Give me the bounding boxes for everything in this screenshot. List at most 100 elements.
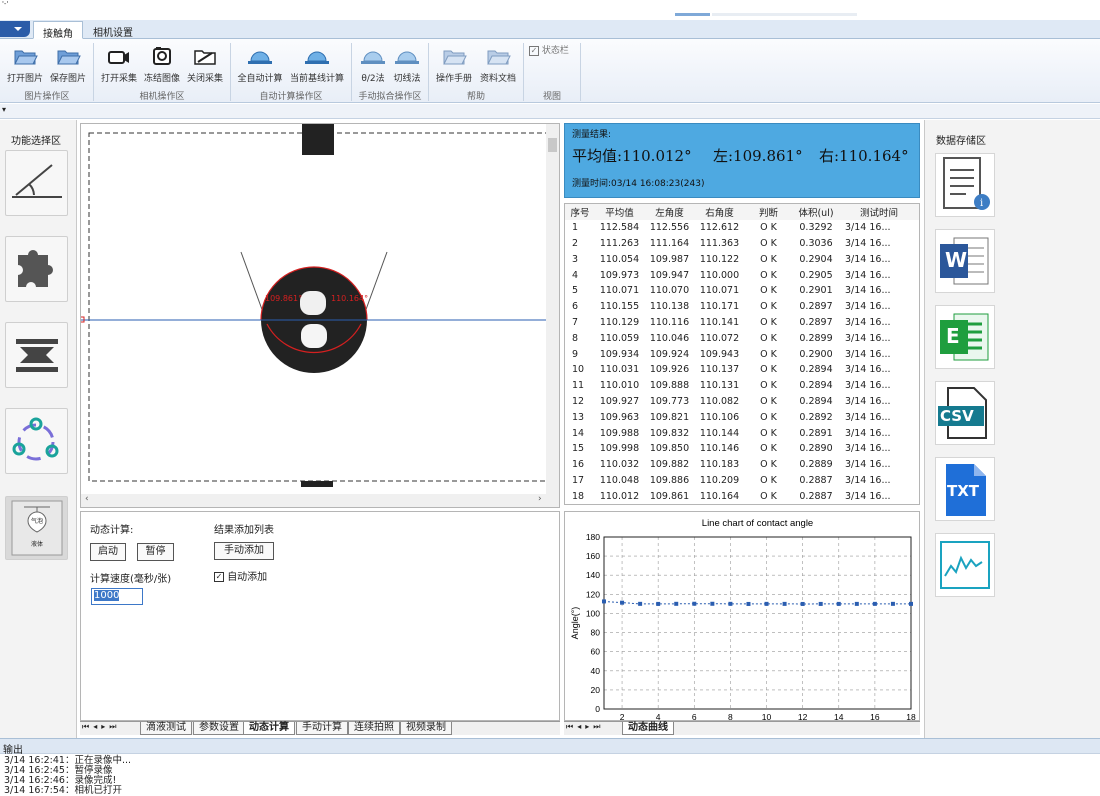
column-header[interactable]: 序号 bbox=[565, 204, 595, 220]
table-row[interactable]: 16 110.032 109.882 110.183 O K 0.2889 3/14 16.… bbox=[565, 457, 919, 473]
tab-params[interactable]: 参数设置 bbox=[193, 722, 245, 735]
log-line: 3/14 16:2:41：正在录像中... bbox=[4, 755, 132, 766]
report-export-button[interactable]: i bbox=[935, 153, 995, 217]
auto-add-checkbox[interactable]: ✓ 自动添加 bbox=[214, 568, 267, 583]
table-row[interactable]: 9 109.934 109.924 109.943 O K 0.2900 3/14 16..… bbox=[565, 346, 919, 362]
scroll-left-icon[interactable]: ‹ bbox=[85, 494, 89, 504]
tab-nav-arrows-icon[interactable]: ⏮◂▸⏭ bbox=[566, 722, 604, 732]
stop-capture-label: 关闭采集 bbox=[186, 74, 223, 84]
data-point bbox=[674, 601, 679, 606]
puzzle-button[interactable] bbox=[5, 236, 68, 302]
camera-image-view[interactable]: 109.861° 110.164° ‹ › bbox=[79, 123, 560, 508]
start-capture-label: 打开采集 bbox=[100, 74, 137, 84]
tab-nav-arrows-icon[interactable]: ⏮◂▸⏭ bbox=[82, 722, 120, 732]
table-cell: 110.137 bbox=[699, 364, 740, 376]
column-header[interactable]: 左角度 bbox=[644, 204, 695, 220]
tab-video-record[interactable]: 视频录制 bbox=[400, 722, 452, 735]
column-header[interactable]: 右角度 bbox=[695, 204, 744, 220]
scroll-right-icon[interactable]: › bbox=[538, 494, 542, 504]
auto-add-label: 自动添加 bbox=[227, 572, 268, 583]
baseline-calc-label: 当前基线计算 bbox=[289, 74, 344, 84]
word-export-button[interactable]: W bbox=[935, 229, 995, 293]
result-list-title: 结果添加列表 bbox=[214, 525, 274, 536]
data-storage-title: 数据存储区 bbox=[936, 136, 986, 147]
tab-continuous-photo[interactable]: 连续拍照 bbox=[348, 722, 400, 735]
start-button[interactable]: 启动 bbox=[90, 543, 126, 561]
excel-export-button[interactable]: E bbox=[935, 305, 995, 369]
open-image-button[interactable]: 打开图片 bbox=[4, 43, 46, 87]
table-row[interactable]: 5 110.071 110.070 110.071 O K 0.2901 3/14 16..… bbox=[565, 283, 919, 299]
table-cell: O K bbox=[760, 474, 777, 486]
table-row[interactable]: 3 110.054 109.987 110.122 O K 0.2904 3/14 16..… bbox=[565, 251, 919, 267]
table-row[interactable]: 1 112.584 112.556 112.612 O K 0.3292 3/14 16..… bbox=[565, 220, 919, 236]
table-row[interactable]: 15 109.998 109.850 110.146 O K 0.2890 3/14 16.… bbox=[565, 441, 919, 457]
table-row[interactable]: 17 110.048 109.886 110.209 O K 0.2887 3/14 16.… bbox=[565, 473, 919, 489]
table-cell: 11 bbox=[572, 380, 585, 392]
customize-arrow-icon[interactable]: ▾ bbox=[2, 105, 6, 114]
freeze-image-button[interactable]: 冻结图像 bbox=[141, 43, 183, 87]
speed-input[interactable]: 1000 bbox=[91, 588, 143, 605]
manual-button[interactable]: 操作手册 bbox=[432, 43, 476, 87]
interface-tension-button[interactable] bbox=[5, 322, 68, 388]
baseline-calc-button[interactable]: 当前基线计算 bbox=[286, 43, 348, 87]
table-row[interactable]: 18 110.012 109.861 110.164 O K 0.2887 3/14 16.… bbox=[565, 488, 919, 504]
tangent-button[interactable]: 切线法 bbox=[390, 43, 424, 87]
circle-dots-button[interactable] bbox=[5, 408, 68, 474]
table-row[interactable]: 7 110.129 110.116 110.141 O K 0.2897 3/14 16..… bbox=[565, 315, 919, 331]
tab-contact-angle[interactable]: 接触角 bbox=[33, 21, 83, 40]
table-cell: 109.888 bbox=[649, 380, 690, 392]
theta-half-button[interactable]: θ/2法 bbox=[356, 43, 390, 87]
column-header[interactable]: 判断 bbox=[744, 204, 793, 220]
tab-manual-calc[interactable]: 手动计算 bbox=[296, 722, 348, 735]
data-point bbox=[656, 601, 661, 606]
table-row[interactable]: 4 109.973 109.947 110.000 O K 0.2905 3/14 16..… bbox=[565, 267, 919, 283]
table-cell: 110.059 bbox=[599, 332, 640, 344]
chart-export-button[interactable] bbox=[935, 533, 995, 597]
pause-button[interactable]: 暂停 bbox=[137, 543, 174, 561]
tab-dynamic-curve[interactable]: 动态曲线 bbox=[622, 722, 674, 735]
puzzle-icon bbox=[18, 250, 53, 287]
table-row[interactable]: 8 110.059 110.046 110.072 O K 0.2899 3/14 16..… bbox=[565, 330, 919, 346]
table-row[interactable]: 13 109.963 109.821 110.106 O K 0.2892 3/14 16.… bbox=[565, 409, 919, 425]
statusbar-checkbox[interactable]: ✓ 状态栏 bbox=[529, 43, 569, 56]
pendant-drop-button[interactable]: 气泡 液体 bbox=[5, 496, 68, 560]
y-tick-label: 40 bbox=[591, 666, 601, 676]
table-cell: 109.927 bbox=[599, 395, 640, 407]
table-row[interactable]: 11 110.010 109.888 110.131 O K 0.2894 3/14 16.… bbox=[565, 378, 919, 394]
table-cell: 110.071 bbox=[599, 285, 640, 297]
tab-drop-test[interactable]: 滴液测试 bbox=[140, 722, 192, 735]
tab-camera-settings[interactable]: 相机设置 bbox=[84, 21, 142, 39]
stop-capture-button[interactable]: 关闭采集 bbox=[183, 43, 227, 87]
txt-export-button[interactable]: TXT bbox=[935, 457, 995, 521]
group-label-view: 视图 bbox=[542, 92, 561, 102]
x-tick-label: 2 bbox=[620, 712, 625, 720]
table-row[interactable]: 14 109.988 109.832 110.144 O K 0.2891 3/14 16.… bbox=[565, 425, 919, 441]
save-image-button[interactable]: 保存图片 bbox=[46, 43, 90, 87]
contact-angle-button[interactable] bbox=[5, 150, 68, 216]
column-header[interactable]: 体积(ul) bbox=[793, 204, 839, 220]
manual-add-button[interactable]: 手动添加 bbox=[214, 542, 274, 560]
droplet-tangent-icon bbox=[394, 45, 420, 67]
start-capture-button[interactable]: 打开采集 bbox=[97, 43, 141, 87]
x-tick-label: 4 bbox=[656, 712, 661, 720]
docs-button[interactable]: 资料文档 bbox=[476, 43, 520, 87]
column-header[interactable]: 测试时间 bbox=[839, 204, 919, 220]
csv-export-button[interactable]: CSV bbox=[935, 381, 995, 445]
csv-label: CSV bbox=[940, 407, 974, 425]
table-row[interactable]: 6 110.155 110.138 110.171 O K 0.2897 3/14 16..… bbox=[565, 299, 919, 315]
x-tick-label: 10 bbox=[762, 712, 772, 720]
right-angle-overlay: 110.164° bbox=[331, 294, 369, 303]
droplet-image bbox=[79, 124, 559, 507]
app-menu-button[interactable] bbox=[0, 21, 30, 37]
auto-calc-button[interactable]: 全自动计算 bbox=[234, 43, 286, 87]
freeze-camera-icon bbox=[149, 45, 175, 67]
table-cell: 0.3292 bbox=[799, 222, 833, 234]
table-cell: 110.010 bbox=[599, 380, 640, 392]
column-header[interactable]: 平均值 bbox=[595, 204, 644, 220]
log-line: 3/14 16:2:46：录像完成! bbox=[4, 775, 117, 786]
table-row[interactable]: 12 109.927 109.773 110.082 O K 0.2894 3/14 16.… bbox=[565, 394, 919, 410]
contact-angle-icon bbox=[12, 164, 62, 198]
tab-dynamic-calc[interactable]: 动态计算 bbox=[243, 722, 295, 735]
table-row[interactable]: 2 111.263 111.164 111.363 O K 0.3036 3/14 16..… bbox=[565, 236, 919, 252]
table-row[interactable]: 10 110.031 109.926 110.137 O K 0.2894 3/14 16.… bbox=[565, 362, 919, 378]
